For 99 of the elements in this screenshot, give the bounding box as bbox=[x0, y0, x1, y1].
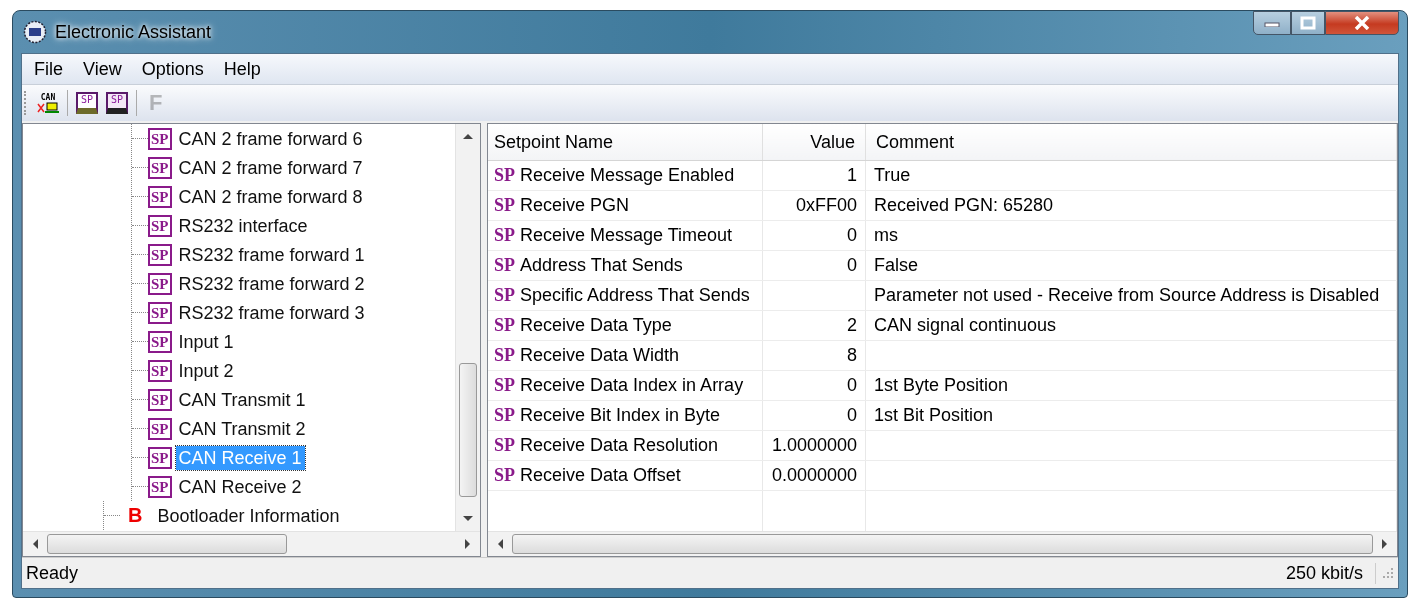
scroll-right-arrow-icon[interactable] bbox=[1381, 538, 1389, 550]
tree-item[interactable]: CAN Transmit 1 bbox=[175, 387, 309, 412]
setpoint-type-label: SP bbox=[494, 345, 515, 365]
tree-item[interactable]: RS232 frame forward 1 bbox=[175, 242, 368, 267]
setpoint-value: 1.0000000 bbox=[771, 435, 857, 455]
horizontal-scrollbar[interactable] bbox=[488, 531, 1397, 556]
setpoint-type-label: SP bbox=[494, 195, 515, 215]
setpoint-value: 0.0000000 bbox=[771, 465, 857, 485]
setpoint-name: Receive Data Offset bbox=[520, 465, 681, 485]
setpoint-type-label: SP bbox=[494, 405, 515, 425]
close-icon bbox=[1353, 16, 1371, 30]
tree-item[interactable]: Input 1 bbox=[175, 329, 237, 354]
setpoint-comment: ms bbox=[874, 225, 898, 245]
horizontal-scrollbar[interactable] bbox=[23, 531, 480, 556]
column-header[interactable]: Setpoint Name bbox=[488, 124, 763, 161]
setpoint-comment: Parameter not used - Receive from Source Address is Disabled bbox=[874, 285, 1380, 305]
tree-item[interactable]: CAN Receive 2 bbox=[175, 474, 305, 499]
bitrate-text: 250 kbit/s bbox=[1285, 562, 1376, 584]
setpoint-badge: SP bbox=[148, 185, 172, 208]
scroll-left-arrow-icon[interactable] bbox=[31, 538, 39, 550]
setpoint-badge: SP bbox=[148, 214, 172, 237]
bootloader-type-label: B bbox=[127, 504, 144, 527]
setpoint-name: Address That Sends bbox=[520, 255, 683, 275]
tree-item[interactable]: Bootloader Information bbox=[154, 503, 343, 528]
setpoint-type-label: SP bbox=[494, 465, 515, 485]
resize-grip-icon bbox=[1382, 567, 1394, 579]
setpoint-badge: SP bbox=[148, 301, 172, 324]
setpoint-name: Specific Address That Sends bbox=[520, 285, 750, 305]
scroll-thumb[interactable] bbox=[47, 534, 287, 554]
tree-item[interactable]: Input 2 bbox=[175, 358, 237, 383]
menu-item[interactable]: Options bbox=[131, 58, 214, 80]
scroll-left-arrow-icon[interactable] bbox=[496, 538, 504, 550]
setpoint-comment: 1st Byte Position bbox=[874, 375, 1009, 395]
tree-item[interactable]: RS232 interface bbox=[175, 213, 311, 238]
setpoint-type-label: SP bbox=[494, 165, 515, 185]
scroll-down-arrow-icon[interactable] bbox=[462, 515, 474, 523]
menu-item[interactable]: View bbox=[73, 58, 132, 80]
tree-item[interactable]: CAN 2 frame forward 8 bbox=[175, 184, 366, 209]
setpoint-badge: SP bbox=[148, 127, 172, 150]
setpoint-value: 0 bbox=[847, 255, 857, 275]
status-text: Ready bbox=[26, 562, 79, 584]
setpoint-value: 2 bbox=[847, 315, 857, 335]
computer-icon bbox=[37, 101, 59, 114]
setpoint-comment: False bbox=[874, 255, 918, 275]
setpoint-comment: True bbox=[874, 165, 911, 185]
setpoint-name: Receive Message Enabled bbox=[520, 165, 735, 185]
setpoint-type-label: SP bbox=[494, 375, 515, 395]
tree-item[interactable]: CAN Transmit 2 bbox=[175, 416, 309, 441]
column-header[interactable]: Value bbox=[762, 124, 866, 161]
minimize-icon bbox=[1264, 19, 1280, 27]
setpoint-badge: SP bbox=[148, 475, 172, 498]
setpoint-name: Receive Data Width bbox=[520, 345, 680, 365]
tree-item[interactable]: CAN 2 frame forward 6 bbox=[175, 126, 366, 151]
scroll-right-arrow-icon[interactable] bbox=[464, 538, 472, 550]
setpoint-value: 1 bbox=[847, 165, 857, 185]
scroll-thumb[interactable] bbox=[459, 363, 477, 497]
setpoint-badge: SP bbox=[148, 388, 172, 411]
setpoint-value: 0 bbox=[847, 375, 857, 395]
setpoint-comment: Received PGN: 65280 bbox=[874, 195, 1054, 215]
setpoint-badge: SP bbox=[148, 359, 172, 382]
tree-item[interactable]: RS232 frame forward 3 bbox=[175, 300, 368, 325]
menu-item[interactable]: Help bbox=[213, 58, 271, 80]
maximize-icon bbox=[1300, 16, 1316, 30]
setpoint-name: Receive Data Type bbox=[520, 315, 672, 335]
connect-button[interactable]: CAN bbox=[33, 87, 63, 119]
window-title: Electronic Assistant bbox=[55, 21, 212, 43]
setpoint-type-label: SP bbox=[494, 225, 515, 245]
maximize-button[interactable] bbox=[1291, 11, 1325, 35]
column-header[interactable]: Comment bbox=[865, 124, 1397, 161]
minimize-button[interactable] bbox=[1253, 11, 1291, 35]
setpoint-badge: SP bbox=[148, 156, 172, 179]
setpoint-name: Receive PGN bbox=[520, 195, 630, 215]
vertical-scrollbar[interactable] bbox=[455, 124, 480, 531]
setpoint-comment: 1st Bit Position bbox=[874, 405, 994, 425]
close-button[interactable] bbox=[1325, 11, 1399, 35]
setpoint-type-label: SP bbox=[494, 255, 515, 275]
setpoint-type-label: SP bbox=[494, 285, 515, 305]
setpoint-value: 0 bbox=[847, 225, 857, 245]
setpoint-badge: SP bbox=[148, 272, 172, 295]
setpoint-type-label: SP bbox=[494, 315, 515, 335]
setpoint-badge: SP bbox=[148, 417, 172, 440]
setpoint-value: 8 bbox=[847, 345, 857, 365]
app-logo-icon bbox=[23, 20, 47, 44]
scroll-up-arrow-icon[interactable] bbox=[462, 132, 474, 140]
setpoint-name: Receive Message Timeout bbox=[520, 225, 733, 245]
setpoint-value: 0 bbox=[847, 405, 857, 425]
tree-item[interactable]: RS232 frame forward 2 bbox=[175, 271, 368, 296]
setpoint-name: Receive Bit Index in Byte bbox=[520, 405, 721, 425]
setpoint-comment: CAN signal continuous bbox=[874, 315, 1057, 335]
scroll-thumb[interactable] bbox=[512, 534, 1373, 554]
setpoint-name: Receive Data Index in Array bbox=[520, 375, 744, 395]
setpoint-value: 0xFF00 bbox=[795, 195, 857, 215]
setpoint-badge: SP bbox=[148, 446, 172, 469]
setpoint-badge: SP bbox=[148, 243, 172, 266]
setpoint-badge: SP bbox=[148, 330, 172, 353]
setpoint-name: Receive Data Resolution bbox=[520, 435, 719, 455]
setpoint-type-label: SP bbox=[494, 435, 515, 455]
tree-item[interactable]: CAN 2 frame forward 7 bbox=[175, 155, 366, 180]
menu-item[interactable]: File bbox=[24, 58, 73, 80]
